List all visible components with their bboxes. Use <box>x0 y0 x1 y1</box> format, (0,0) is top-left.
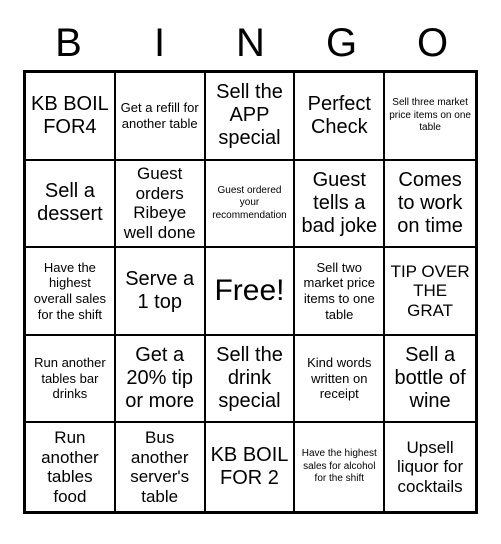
bingo-cell-label: Kind words written on receipt <box>307 355 372 402</box>
bingo-cell-label: Guest ordered your recommendation <box>212 184 287 221</box>
bingo-cell[interactable]: Run another tables food <box>26 423 116 511</box>
bingo-header-letter-o: O <box>416 21 449 65</box>
bingo-cell[interactable]: TIP OVER THE GRAT <box>385 248 475 336</box>
bingo-cell-label: Comes to work on time <box>397 168 463 237</box>
bingo-cell[interactable]: Guest tells a bad joke <box>295 160 386 249</box>
bingo-cell[interactable]: Sell the drink special <box>205 335 296 424</box>
bingo-cell[interactable]: Guest orders Ribeye well done <box>115 160 206 249</box>
bingo-cell-label: Free! <box>214 274 285 308</box>
bingo-cell[interactable]: Run another tables bar drinks <box>26 335 116 424</box>
bingo-cell-label: KB BOIL FOR 2 <box>210 444 289 490</box>
bingo-cell[interactable]: Guest ordered your recommendation <box>205 160 296 249</box>
bingo-cell-label: TIP OVER THE GRAT <box>390 261 470 320</box>
bingo-cell-label: Sell three market price items on one tab… <box>389 97 471 134</box>
bingo-cell-label: Have the highest sales for alcohol for t… <box>301 448 377 485</box>
bingo-cell-label: Guest tells a bad joke <box>301 168 378 237</box>
bingo-cell-label: Sell a bottle of wine <box>394 344 466 413</box>
bingo-cell[interactable]: Kind words written on receipt <box>295 335 386 424</box>
bingo-cell-label: KB BOIL FOR4 <box>30 92 109 138</box>
bingo-cell[interactable]: Have the highest overall sales for the s… <box>26 248 116 336</box>
bingo-cell-label: Get a 20% tip or more <box>125 344 195 413</box>
bingo-header: B I N G O <box>23 18 478 68</box>
bingo-cell-label: Serve a 1 top <box>125 267 195 313</box>
bingo-cell[interactable]: Bus another server's table <box>116 423 206 511</box>
bingo-free-space[interactable]: Free! <box>205 248 296 336</box>
bingo-cell-label: Guest orders Ribeye well done <box>123 164 196 242</box>
bingo-cell[interactable]: Sell a bottle of wine <box>385 336 475 424</box>
bingo-cell[interactable]: KB BOIL FOR 2 <box>206 423 296 511</box>
bingo-cell[interactable]: Get a refill for another table <box>115 73 206 161</box>
bingo-header-letter-b: B <box>55 21 82 65</box>
bingo-cell[interactable]: KB BOIL FOR4 <box>26 73 116 161</box>
bingo-cell-label: Perfect Check <box>307 92 371 138</box>
bingo-header-letter-i: I <box>153 21 166 65</box>
bingo-cell-label: Sell a dessert <box>37 180 103 226</box>
bingo-cell-label: Sell the APP special <box>216 81 283 150</box>
bingo-cell-label: Bus another server's table <box>130 428 190 506</box>
bingo-cell-label: Get a refill for another table <box>120 100 199 131</box>
bingo-card: B I N G O KB BOIL FOR4 Get a refill for a… <box>0 0 501 544</box>
bingo-cell[interactable]: Upsell liquor for cocktails <box>385 423 475 511</box>
bingo-header-letter-n: N <box>236 21 265 65</box>
bingo-cell[interactable]: Get a 20% tip or more <box>115 335 206 424</box>
bingo-cell[interactable]: Sell the APP special <box>205 73 296 161</box>
bingo-grid: KB BOIL FOR4 Get a refill for another tab… <box>23 70 478 514</box>
bingo-cell[interactable]: Sell a dessert <box>26 160 116 249</box>
bingo-cell-label: Upsell liquor for cocktails <box>397 437 464 496</box>
bingo-cell-label: Run another tables bar drinks <box>34 355 106 402</box>
bingo-cell-label: Sell the drink special <box>216 344 283 413</box>
bingo-cell[interactable]: Perfect Check <box>295 73 386 161</box>
bingo-cell-label: Sell two market price items to one table <box>303 259 376 322</box>
bingo-cell-label: Have the highest overall sales for the s… <box>33 259 107 322</box>
bingo-cell[interactable]: Sell three market price items on one tab… <box>385 73 475 161</box>
bingo-cell[interactable]: Comes to work on time <box>385 161 475 249</box>
bingo-cell[interactable]: Serve a 1 top <box>115 248 206 336</box>
bingo-header-letter-g: G <box>325 21 358 65</box>
bingo-cell[interactable]: Sell two market price items to one table <box>295 248 386 336</box>
bingo-cell-label: Run another tables food <box>41 428 99 506</box>
bingo-cell[interactable]: Have the highest sales for alcohol for t… <box>295 423 386 511</box>
